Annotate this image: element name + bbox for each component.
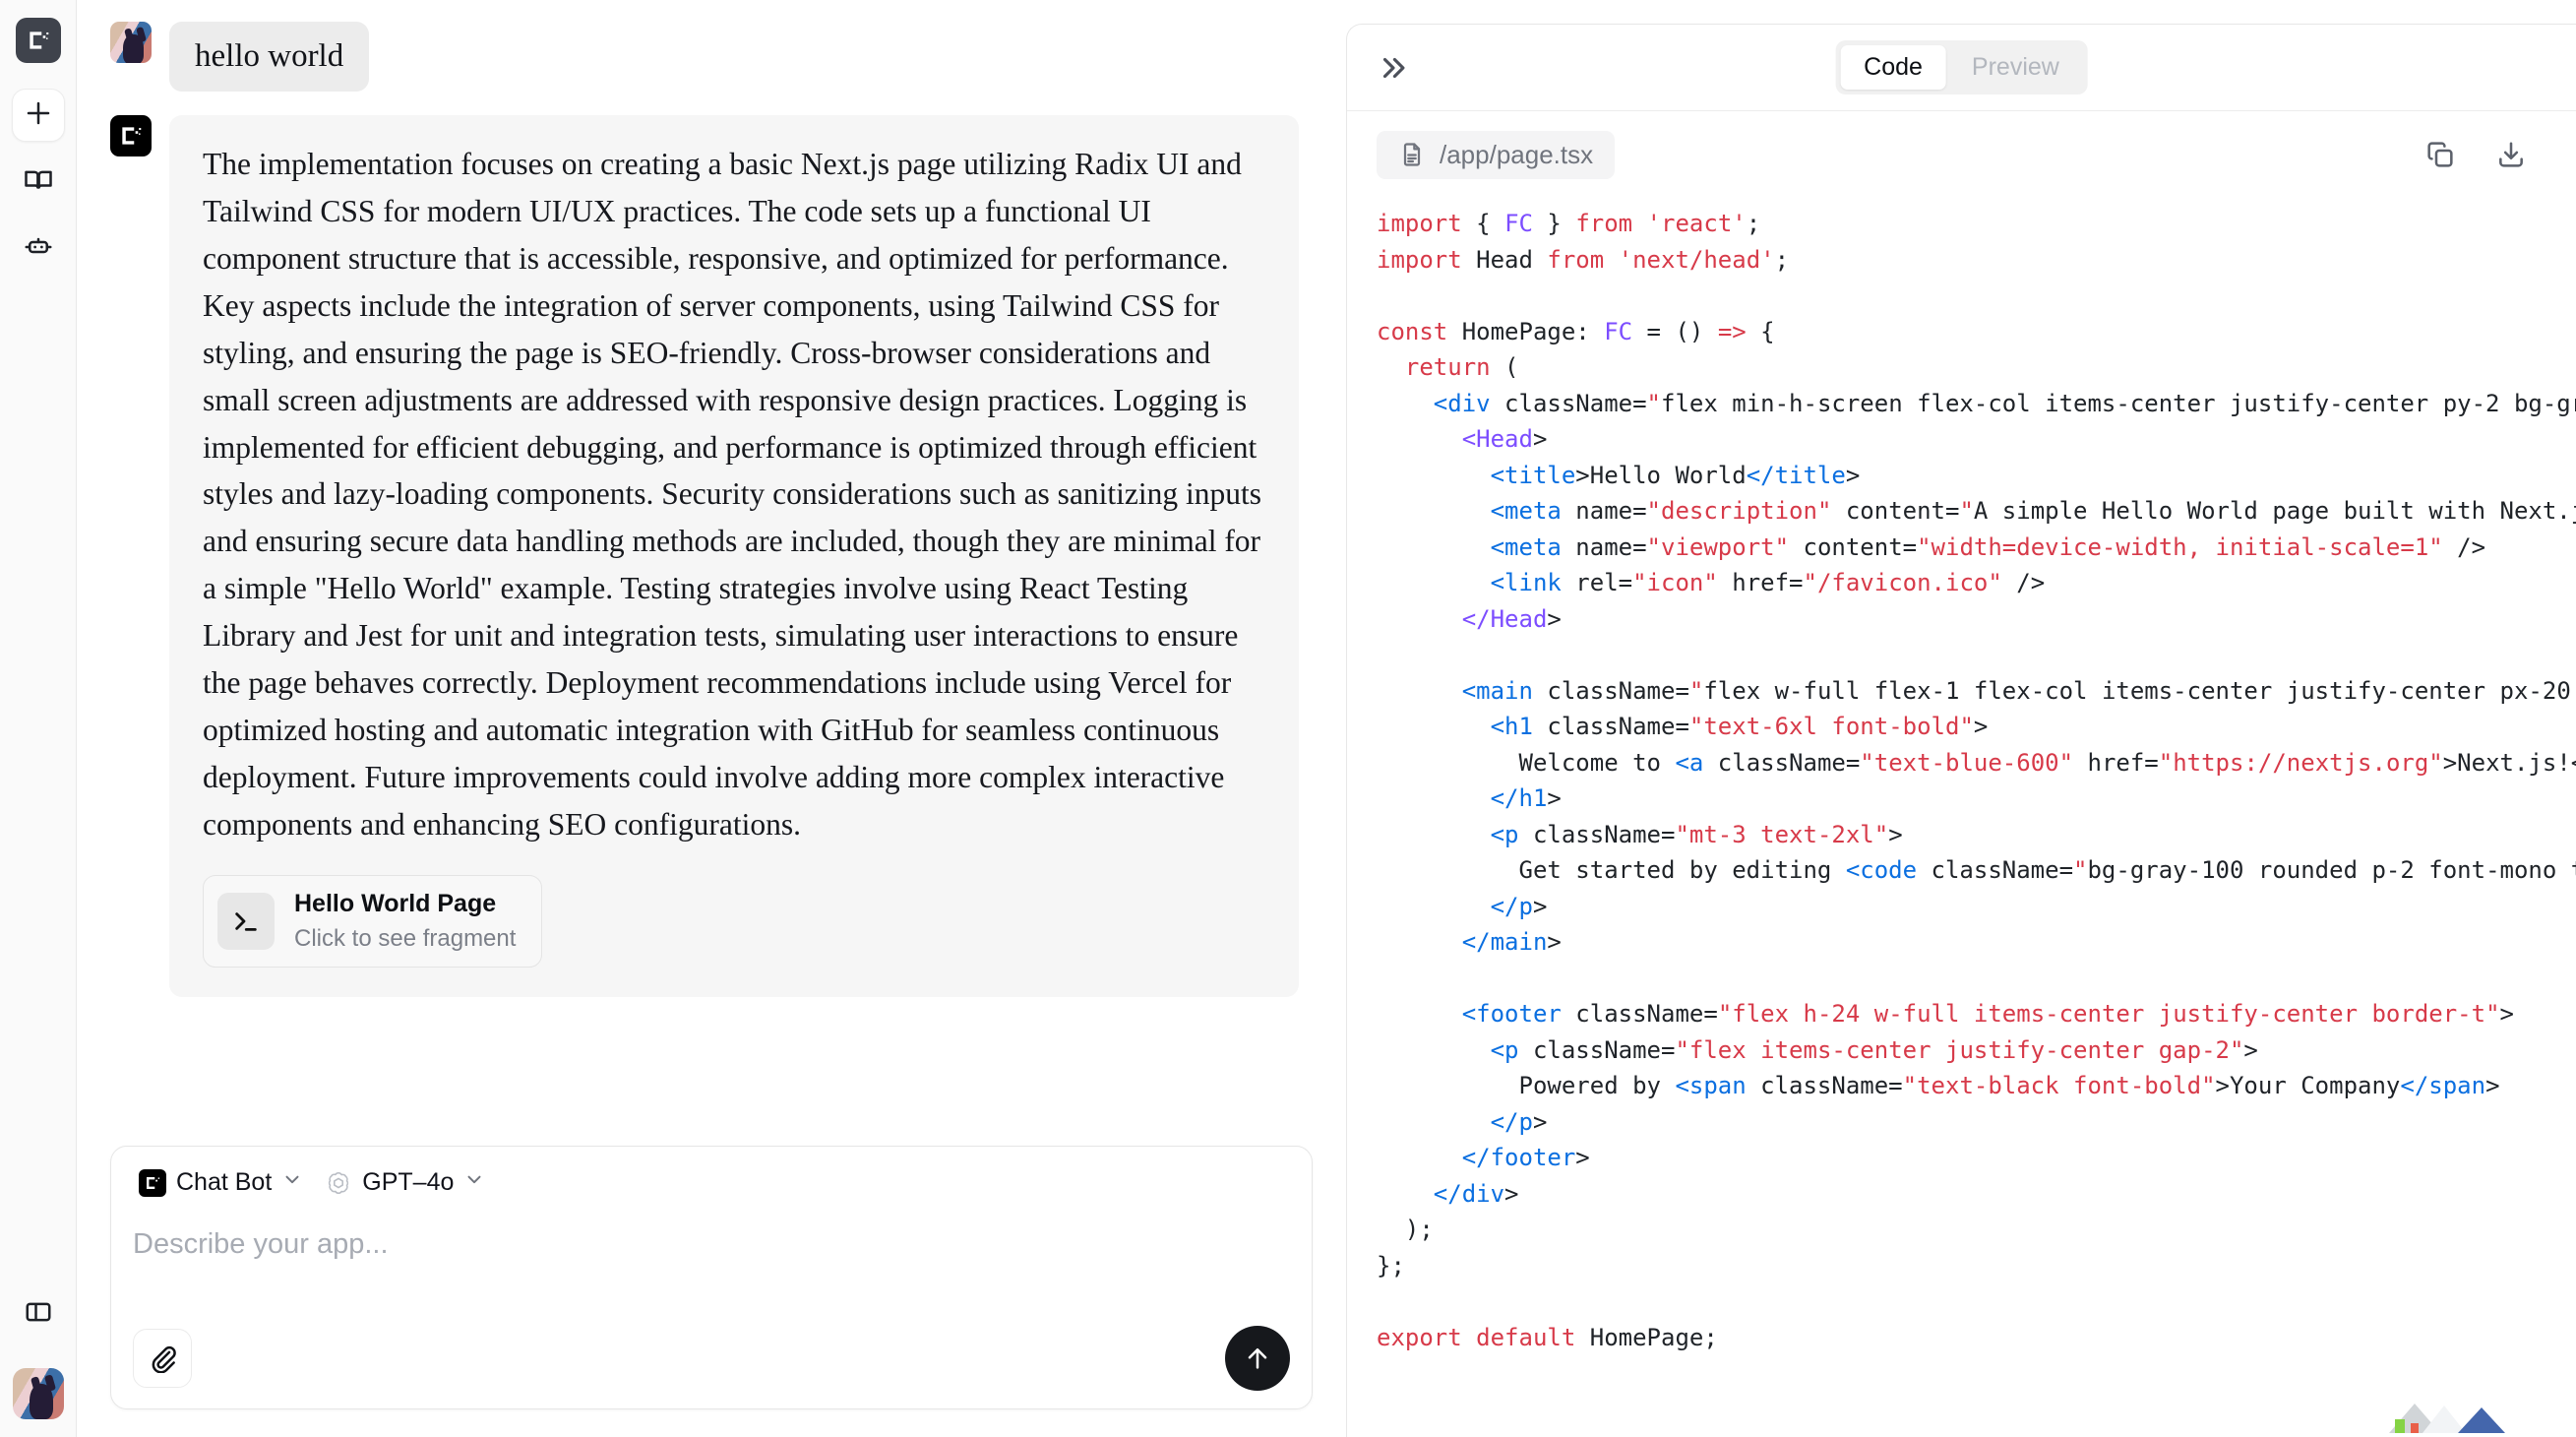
assistant-message-text: The implementation focuses on creating a… [203,141,1265,847]
fragment-subtitle: Click to see fragment [294,923,516,954]
code-panel: Code Preview /app/page.tsx [1346,24,2576,1437]
code-content: import { FC } from 'react'; import Head … [1377,206,2576,1355]
left-rail-bottom [0,1287,76,1419]
composer: Chat Bot [110,1146,1313,1409]
composer-input[interactable]: Describe your app... [133,1228,1290,1261]
model-selector[interactable]: GPT–4o [319,1164,491,1201]
sidebar-item-toggle-panel[interactable] [12,1287,65,1341]
model-selector-label: GPT–4o [362,1168,454,1197]
copy-icon [2424,139,2456,170]
view-mode-tabs: Code Preview [1835,40,2088,94]
app-root: hello world The implementation focuses o… [0,0,2576,1437]
composer-wrapper: Chat Bot [110,1132,1313,1437]
arrow-up-icon [1243,1343,1272,1373]
panel-left-icon [24,1297,53,1332]
chevron-down-icon [281,1168,303,1197]
left-rail [0,0,77,1437]
code-editor[interactable]: import { FC } from 'react'; import Head … [1347,198,2576,1437]
agent-selector[interactable]: Chat Bot [133,1164,309,1201]
sidebar-item-bots[interactable] [12,222,65,276]
book-open-icon [24,165,53,200]
chat-column: hello world The implementation focuses o… [77,0,1346,1437]
tab-preview[interactable]: Preview [1948,45,2083,90]
app-logo-icon [118,123,144,149]
file-text-icon [1398,141,1426,168]
message-list: hello world The implementation focuses o… [110,0,1313,1132]
plus-icon [24,98,53,133]
terminal-icon [217,893,275,950]
paperclip-icon [148,1343,177,1373]
message-user: hello world [110,22,1313,92]
fragment-card-text: Hello World Page Click to see fragment [294,889,516,953]
sidebar-item-new-chat[interactable] [12,89,65,142]
app-logo-icon[interactable] [16,18,61,63]
fragment-title: Hello World Page [294,889,516,919]
composer-toolbar: Chat Bot [133,1164,1290,1201]
robot-icon [24,232,53,267]
composer-footer [133,1326,1290,1391]
download-code-button[interactable] [2495,139,2527,170]
avatar[interactable] [13,1368,64,1419]
app-logo-icon [139,1169,166,1197]
sidebar-item-library[interactable] [12,156,65,209]
user-message-bubble: hello world [169,22,369,92]
chevron-down-icon [463,1168,485,1197]
assistant-message-bubble: The implementation focuses on creating a… [169,115,1299,997]
openai-icon [325,1169,352,1197]
assistant-avatar [110,115,152,156]
download-icon [2495,139,2527,170]
fragment-card[interactable]: Hello World Page Click to see fragment [203,875,542,967]
chevrons-right-icon[interactable] [1377,51,1410,85]
send-button[interactable] [1225,1326,1290,1391]
code-panel-actions [2424,139,2546,170]
agent-selector-label: Chat Bot [176,1168,272,1197]
code-panel-header: Code Preview [1347,25,2576,111]
file-tab[interactable]: /app/page.tsx [1377,131,1615,179]
preview-thumbnail [2389,1404,2517,1433]
file-tab-label: /app/page.tsx [1440,140,1593,170]
avatar [110,22,152,63]
tab-code[interactable]: Code [1840,45,1946,90]
code-panel-subbar: /app/page.tsx [1347,111,2576,198]
copy-code-button[interactable] [2424,139,2456,170]
message-assistant: The implementation focuses on creating a… [110,115,1313,997]
attach-file-button[interactable] [133,1329,192,1388]
